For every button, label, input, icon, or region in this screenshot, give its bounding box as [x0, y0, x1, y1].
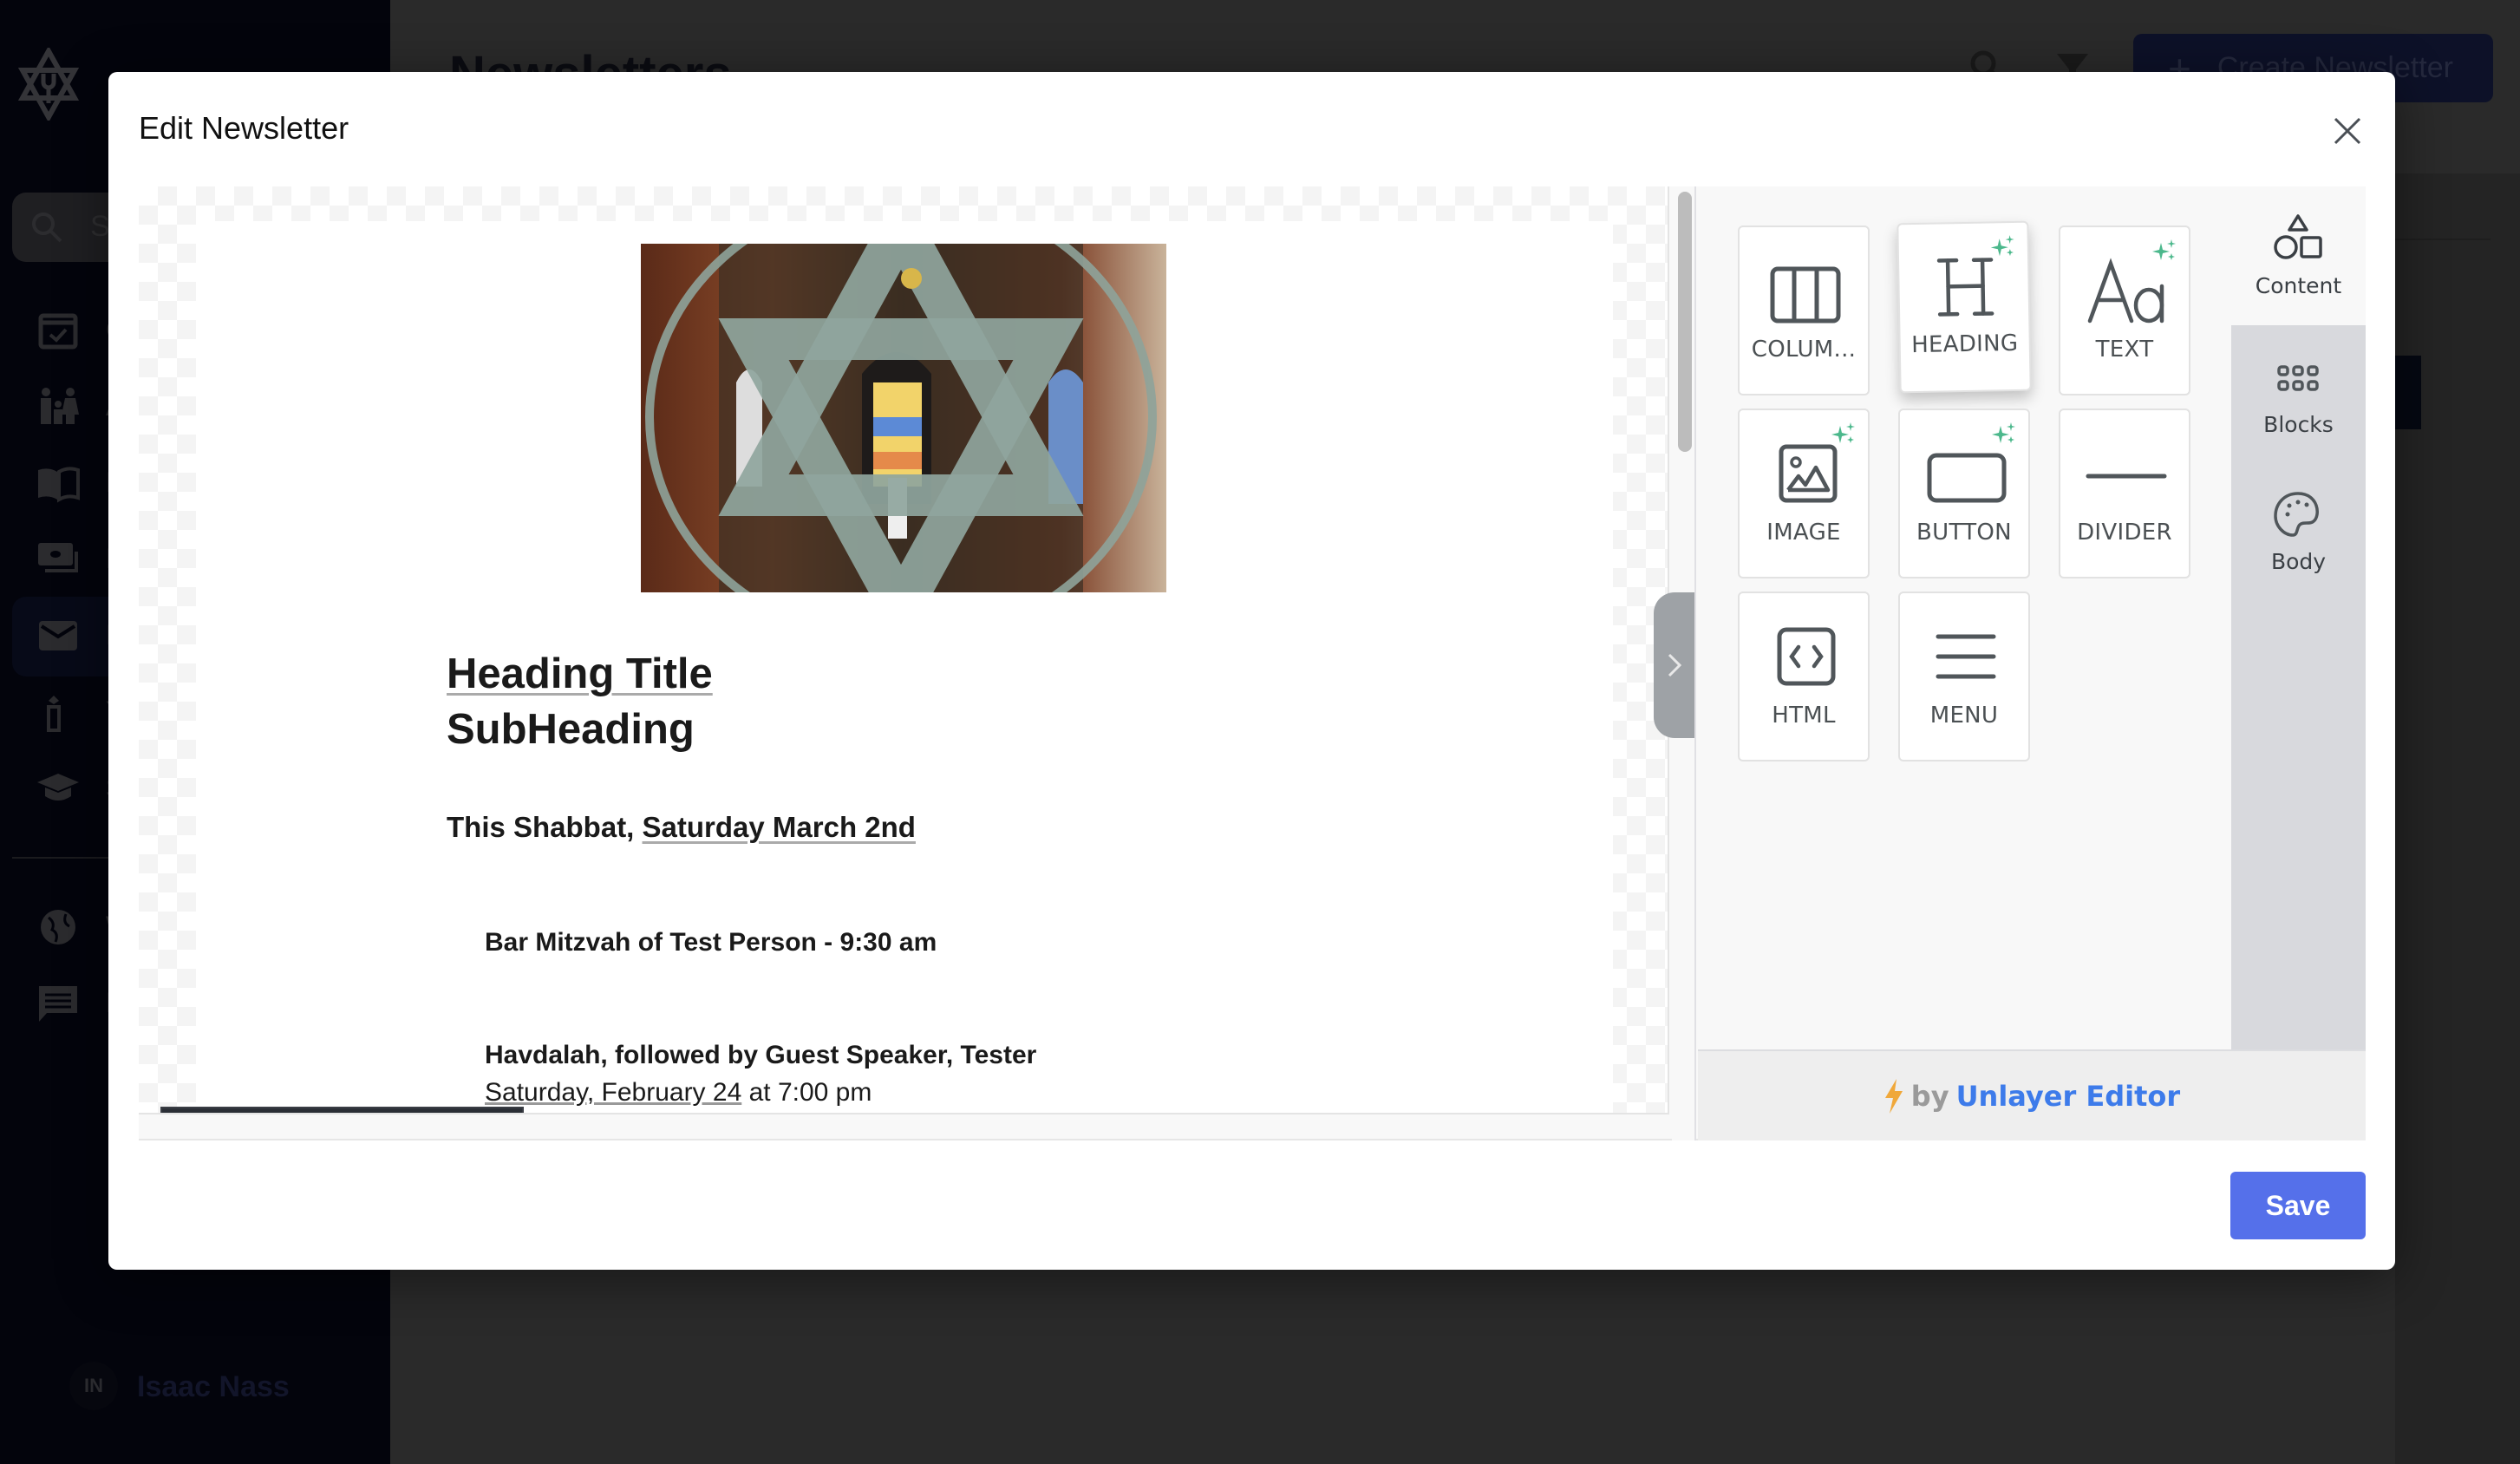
email-editor: Heading Title SubHeading This Shabbat, S…	[139, 186, 2366, 1140]
book-icon	[38, 467, 80, 503]
palette-icon	[2274, 492, 2319, 537]
email-header-image[interactable]	[641, 244, 1166, 592]
event-date-line[interactable]: Saturday, February 24 at 7:00 pm	[485, 1078, 872, 1108]
tab-label: Content	[2255, 273, 2342, 298]
collapse-panel-handle[interactable]	[1654, 592, 1694, 738]
tab-body[interactable]: Body	[2231, 462, 2366, 601]
unlayer-link[interactable]: Unlayer Editor	[1956, 1080, 2181, 1113]
money-icon	[38, 543, 78, 572]
event-time: at 7:00 pm	[741, 1078, 872, 1107]
tool-button[interactable]: BUTTON	[1898, 408, 2030, 578]
save-button[interactable]: Save	[2230, 1172, 2366, 1239]
chevron-right-icon	[1668, 653, 1682, 677]
powered-by-text: by	[1910, 1079, 1949, 1113]
close-icon[interactable]	[2328, 112, 2367, 150]
shabbat-prefix: This Shabbat,	[447, 811, 643, 843]
mail-icon	[39, 621, 77, 650]
background-card	[2395, 356, 2421, 429]
editor-side-tabs: Content Blocks Body	[2231, 186, 2366, 1140]
tool-label: HTML	[1772, 703, 1836, 729]
ai-sparkle-icon	[1990, 235, 2014, 257]
tool-heading[interactable]: HEADING	[1897, 220, 2032, 394]
ai-sparkle-icon	[2152, 239, 2176, 260]
content-tools-panel: COLUM... HEADING TEXT IMAGE BUTTON DIVID…	[1698, 186, 2231, 1049]
havdalah-line[interactable]: Havdalah, followed by Guest Speaker, Tes…	[485, 1041, 1036, 1070]
event-date: Saturday, February 24	[485, 1078, 742, 1107]
grid-icon	[2277, 365, 2319, 391]
tool-label: BUTTON	[1916, 520, 2012, 546]
editor-canvas[interactable]: Heading Title SubHeading This Shabbat, S…	[139, 186, 1669, 1114]
shapes-icon	[2274, 214, 2322, 259]
tool-image[interactable]: IMAGE	[1738, 408, 1870, 578]
heading-block[interactable]: Heading Title SubHeading	[447, 646, 713, 757]
tool-label: TEXT	[2095, 337, 2154, 363]
tool-columns[interactable]: COLUM...	[1738, 225, 1870, 395]
tool-menu[interactable]: MENU	[1898, 591, 2030, 761]
background-divider	[2395, 239, 2491, 240]
email-body[interactable]: Heading Title SubHeading This Shabbat, S…	[196, 221, 1613, 1113]
tool-label: DIVIDER	[2077, 520, 2172, 546]
modal-title: Edit Newsletter	[139, 110, 349, 146]
avatar: IN	[69, 1362, 118, 1410]
chat-icon	[39, 986, 77, 1022]
tool-text[interactable]: TEXT	[2059, 225, 2190, 395]
bolt-icon	[1884, 1078, 1903, 1114]
scrollbar-thumb[interactable]	[1678, 192, 1692, 452]
tool-divider[interactable]: DIVIDER	[2059, 408, 2190, 578]
canvas-toolbar	[160, 1107, 524, 1113]
ai-sparkle-icon	[1831, 422, 1855, 443]
tab-label: Body	[2270, 549, 2327, 574]
tool-html[interactable]: HTML	[1738, 591, 1870, 761]
user-name: Isaac Nass	[137, 1370, 290, 1403]
ai-sparkle-icon	[1992, 422, 2015, 443]
logo-icon	[17, 48, 80, 121]
tab-blocks[interactable]: Blocks	[2231, 325, 2366, 464]
subheading: SubHeading	[447, 706, 695, 753]
menu-icon	[1936, 634, 1996, 679]
tool-label: HEADING	[1910, 330, 2019, 359]
tab-label: Blocks	[2263, 412, 2334, 437]
graduation-cap-icon	[37, 774, 79, 801]
columns-icon	[1770, 266, 1841, 324]
tool-label: IMAGE	[1766, 520, 1841, 546]
globe-icon	[41, 910, 75, 944]
tool-label: MENU	[1929, 703, 1999, 729]
powered-by-unlayer[interactable]: by Unlayer Editor	[1698, 1049, 2366, 1140]
html-icon	[1777, 627, 1836, 686]
calendar-check-icon	[38, 313, 78, 350]
heading-title: Heading Title	[447, 650, 713, 697]
bar-mitzvah-line[interactable]: Bar Mitzvah of Test Person - 9:30 am	[485, 928, 937, 957]
family-icon	[41, 388, 79, 424]
edit-newsletter-modal: Edit Newsletter Heading Title SubHeading…	[108, 72, 2395, 1270]
divider-icon	[2086, 474, 2167, 479]
tool-label: COLUM...	[1751, 337, 1857, 363]
search-icon	[32, 212, 62, 243]
tab-content[interactable]: Content	[2231, 186, 2366, 325]
shabbat-date: Saturday March 2nd	[642, 811, 916, 843]
synagogue-star-image	[641, 244, 1166, 592]
shabbat-line[interactable]: This Shabbat, Saturday March 2nd	[447, 811, 916, 844]
candle-icon	[47, 696, 61, 732]
